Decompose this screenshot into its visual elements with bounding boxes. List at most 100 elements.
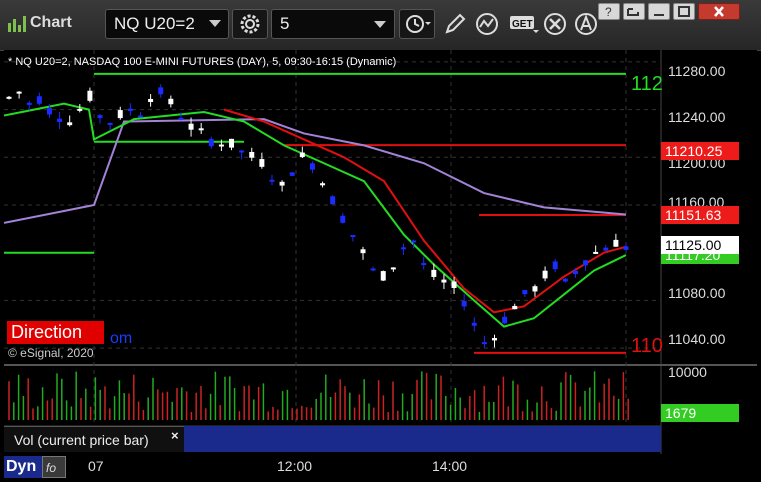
candle-body — [481, 342, 487, 345]
close-all-button[interactable] — [540, 9, 570, 39]
minimize-button[interactable] — [648, 3, 670, 20]
candle-body — [441, 279, 447, 283]
candle-body — [623, 246, 629, 250]
candle-body — [492, 338, 498, 341]
chart-area[interactable] — [4, 50, 757, 454]
alert-button[interactable] — [571, 9, 601, 39]
upper-red-price-label: 11210.25 — [661, 142, 739, 160]
candle-body — [502, 316, 508, 324]
volume-legend-label: Vol (current price bar) — [14, 432, 149, 448]
y-tick-label: 11080.00 — [668, 285, 726, 301]
dyn-button[interactable]: Dyn — [4, 456, 42, 478]
candle-body — [411, 240, 417, 243]
draw-tool-button[interactable] — [440, 9, 468, 39]
candle-body — [613, 239, 619, 247]
candle-body — [603, 247, 609, 251]
time-template-button[interactable] — [399, 9, 435, 39]
chevron-down-icon — [374, 21, 386, 28]
candle-body — [340, 215, 346, 223]
link-button[interactable] — [623, 3, 645, 20]
candle-body — [532, 286, 538, 292]
candle-body — [279, 181, 285, 186]
price-chart[interactable] — [4, 50, 757, 454]
candle-body — [269, 179, 275, 182]
candle-body — [137, 115, 143, 118]
candle-body — [593, 251, 599, 254]
get-icon: GET — [510, 16, 539, 33]
candle-body — [400, 247, 406, 250]
candle-body — [77, 108, 83, 111]
restore-button[interactable] — [673, 3, 695, 20]
svg-text:?: ? — [605, 5, 612, 19]
fx-button[interactable]: fo — [42, 456, 66, 478]
candle-body — [309, 163, 315, 170]
candle-body — [512, 305, 518, 310]
get-data-button[interactable]: GET — [506, 9, 539, 39]
candle-body — [552, 261, 558, 270]
x-tick-label: 07 — [88, 458, 104, 474]
fx-icon: fo — [46, 461, 56, 475]
copyright-text: © eSignal, 2020 — [8, 346, 94, 360]
x-circle-icon — [544, 13, 566, 35]
close-button[interactable] — [698, 3, 740, 20]
candle-body — [148, 98, 154, 103]
candle-body — [208, 138, 214, 147]
symbol-input[interactable]: NQ U20=2 — [105, 9, 229, 39]
candle-body — [117, 110, 123, 119]
question-icon: ? — [605, 5, 612, 19]
studies-button[interactable] — [472, 9, 504, 39]
symbol-settings-button[interactable] — [232, 9, 268, 39]
candle-body — [421, 263, 427, 266]
gear-icon — [240, 14, 260, 34]
candle-body — [36, 96, 42, 104]
alert-a-icon — [575, 13, 597, 35]
candle-body — [6, 96, 12, 99]
candle-body — [522, 290, 528, 295]
candle-body — [461, 300, 467, 307]
candle-body — [218, 144, 224, 147]
candle-body — [370, 268, 376, 271]
candle-body — [562, 278, 568, 282]
candle-body — [249, 151, 255, 158]
interval-select[interactable]: 5 — [271, 9, 395, 39]
candle-body — [46, 107, 52, 115]
direction-badge: Direction — [7, 321, 104, 344]
candle-body — [229, 138, 235, 148]
candle-body — [107, 122, 113, 125]
x-tick-label: 12:00 — [277, 458, 313, 474]
symbol-value: NQ U20=2 — [114, 14, 195, 33]
candle-body — [360, 249, 366, 254]
candle-body — [583, 260, 589, 266]
candle-body — [350, 235, 356, 238]
last-price-label: 11125.00 — [661, 236, 739, 254]
candle-body — [198, 128, 204, 131]
candle-body — [127, 108, 133, 112]
candle-body — [431, 269, 437, 277]
pencil-icon — [445, 13, 466, 34]
interval-value: 5 — [280, 14, 290, 33]
candle-body — [572, 270, 578, 275]
candle-body — [158, 87, 164, 95]
legend-fill — [184, 426, 661, 452]
candle-body — [451, 281, 457, 289]
close-legend-icon[interactable]: × — [171, 428, 179, 443]
lower-red-price-label: 11151.63 — [661, 206, 739, 224]
candle-body — [57, 118, 63, 123]
x-tick-label: 14:00 — [432, 458, 468, 474]
candle-body — [289, 172, 295, 176]
candle-body — [87, 90, 93, 101]
overlay-suffix-text: om — [110, 330, 133, 347]
candle-body — [320, 183, 326, 186]
volume-y-tick: 10000 — [668, 364, 707, 380]
candle-body — [239, 150, 245, 153]
top-edge-label: 112 — [631, 73, 663, 95]
candle-body — [188, 123, 194, 130]
help-button[interactable]: ? — [598, 3, 620, 20]
candle-body — [67, 122, 73, 126]
candle-body — [26, 102, 32, 105]
candle-body — [178, 117, 184, 120]
app-title: Chart — [30, 14, 72, 31]
close-icon — [714, 6, 724, 17]
clock-icon — [406, 15, 431, 33]
y-tick-label: 11240.00 — [668, 109, 726, 125]
